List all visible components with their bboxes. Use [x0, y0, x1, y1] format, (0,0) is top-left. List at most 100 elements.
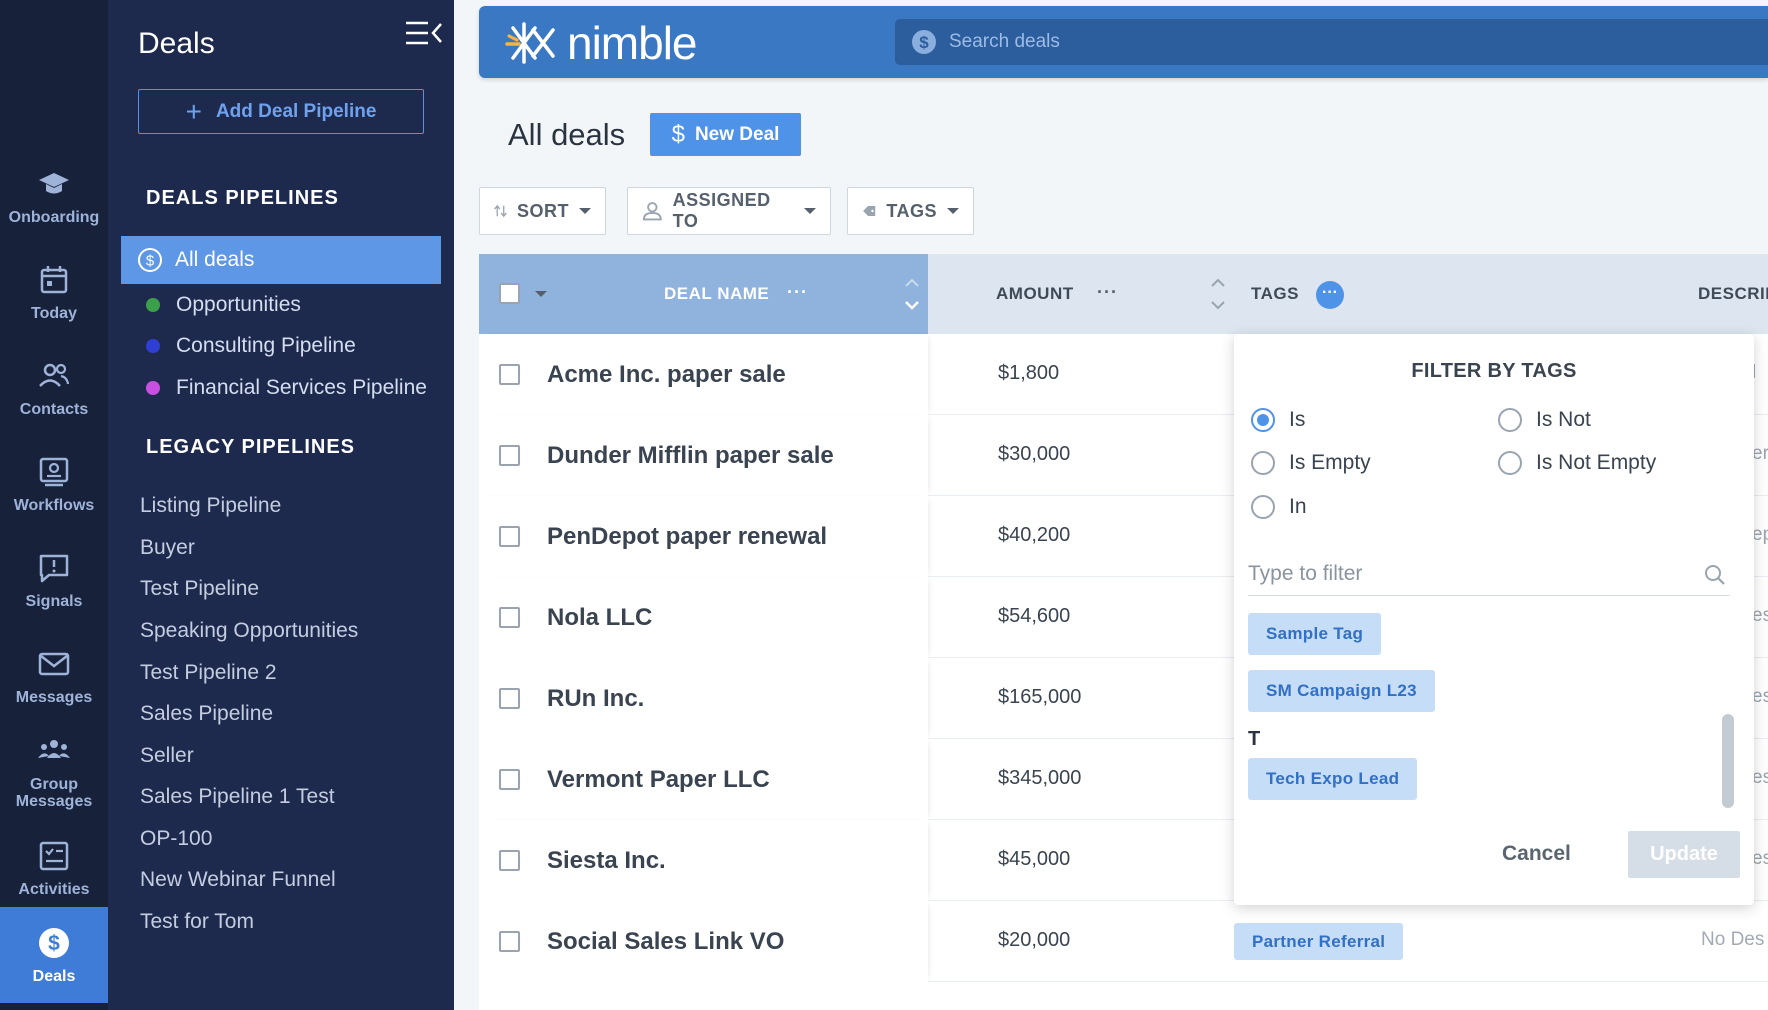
sort-toggle-icon[interactable]	[903, 276, 921, 312]
tag-filter-field[interactable]	[1248, 552, 1730, 596]
deal-name-link[interactable]: PenDepot paper renewal	[547, 523, 827, 551]
column-options-icon[interactable]: ···	[787, 282, 808, 303]
radio-control[interactable]	[1251, 495, 1275, 519]
select-all-checkbox[interactable]	[499, 283, 520, 304]
rail-item-signals[interactable]: Signals	[0, 532, 108, 628]
deal-name-link[interactable]: Vermont Paper LLC	[547, 766, 770, 794]
nimble-logo-icon	[505, 22, 555, 64]
rail-item-group-messages[interactable]: Group Messages	[0, 724, 108, 820]
deal-name-link[interactable]: Dunder Mifflin paper sale	[547, 442, 834, 470]
row-checkbox[interactable]	[499, 445, 520, 466]
deal-name-cell: RUn Inc.	[479, 658, 928, 739]
deal-name-link[interactable]: Acme Inc. paper sale	[547, 361, 786, 389]
deal-name-link[interactable]: Social Sales Link VO	[547, 928, 784, 956]
rail-item-messages[interactable]: Messages	[0, 628, 108, 724]
tags-header-label[interactable]: TAGS	[1251, 284, 1299, 304]
legacy-pipeline-item[interactable]: Sales Pipeline	[140, 702, 273, 726]
dollar-circle-icon: $	[39, 927, 69, 958]
row-checkbox[interactable]	[499, 607, 520, 628]
row-checkbox[interactable]	[499, 526, 520, 547]
search-input[interactable]	[949, 31, 1549, 53]
rail-item-today[interactable]: Today	[0, 244, 108, 340]
popover-title: FILTER BY TAGS	[1411, 360, 1577, 382]
pipeline-item-label: Consulting Pipeline	[176, 334, 356, 357]
legacy-pipeline-item[interactable]: Speaking Opportunities	[140, 619, 358, 643]
legacy-pipeline-item[interactable]: OP-100	[140, 827, 212, 851]
tag-option-tech-expo-lead[interactable]: Tech Expo Lead	[1248, 758, 1418, 800]
pipeline-item-financial-services[interactable]: Financial Services Pipeline	[146, 376, 427, 400]
row-checkbox[interactable]	[499, 688, 520, 709]
description-header-label[interactable]: DESCRIP	[1698, 284, 1768, 304]
add-deal-pipeline-button[interactable]: + Add Deal Pipeline	[138, 89, 424, 134]
amount-header-label[interactable]: AMOUNT	[996, 284, 1074, 304]
signal-message-icon	[39, 554, 69, 582]
row-checkbox[interactable]	[499, 769, 520, 790]
tag-option-sm-campaign[interactable]: SM Campaign L23	[1248, 670, 1435, 712]
deal-amount: $40,200	[998, 524, 1071, 546]
radio-control[interactable]	[1251, 408, 1275, 432]
cancel-button[interactable]: Cancel	[1502, 842, 1571, 866]
rail-item-contacts[interactable]: Contacts	[0, 340, 108, 436]
radio-in[interactable]: In	[1251, 495, 1307, 519]
deal-tag-chip[interactable]: Partner Referral	[1234, 923, 1404, 960]
pipeline-item-all-deals[interactable]: $ All deals	[121, 236, 441, 284]
search-bar[interactable]: $	[895, 19, 1768, 65]
new-deal-button[interactable]: $ New Deal	[650, 113, 801, 156]
nimble-logo[interactable]: nimble	[505, 16, 698, 70]
rail-item-label: Messages	[15, 688, 93, 706]
legacy-pipeline-item[interactable]: Seller	[140, 744, 194, 768]
chevron-down-icon	[947, 208, 959, 214]
deal-description: es	[1752, 767, 1768, 788]
legacy-pipeline-item[interactable]: Buyer	[140, 536, 195, 560]
deal-name-cell: Acme Inc. paper sale	[479, 334, 928, 415]
radio-is-not[interactable]: Is Not	[1498, 408, 1591, 432]
tag-filter-input[interactable]	[1248, 561, 1688, 586]
legacy-pipeline-item[interactable]: Listing Pipeline	[140, 494, 281, 518]
row-checkbox[interactable]	[499, 850, 520, 871]
legacy-pipeline-item[interactable]: Test for Tom	[140, 910, 254, 934]
radio-control[interactable]	[1498, 451, 1522, 475]
pipeline-item-label: Financial Services Pipeline	[176, 376, 427, 399]
rail-item-label: Workflows	[13, 496, 95, 514]
tags-column-options-button[interactable]: ···	[1316, 281, 1344, 309]
tags-filter-label: TAGS	[886, 200, 937, 221]
deal-description: er	[1752, 443, 1768, 464]
legacy-pipeline-item[interactable]: Test Pipeline 2	[140, 661, 277, 685]
sort-toggle-icon[interactable]	[1209, 276, 1227, 312]
legacy-pipeline-item[interactable]: Sales Pipeline 1 Test	[140, 785, 335, 809]
column-options-icon[interactable]: ···	[1097, 282, 1118, 303]
tags-filter-button[interactable]: TAGS	[847, 187, 974, 235]
deal-description: es	[1752, 686, 1768, 707]
pipeline-item-opportunities[interactable]: Opportunities	[146, 293, 301, 317]
row-checkbox[interactable]	[499, 931, 520, 952]
table-row[interactable]: Social Sales Link VO $20,000 Partner Ref…	[479, 901, 1768, 982]
radio-is-empty[interactable]: Is Empty	[1251, 451, 1371, 475]
tag-option-sample-tag[interactable]: Sample Tag	[1248, 613, 1382, 655]
radio-is[interactable]: Is	[1251, 408, 1305, 432]
rail-item-activities[interactable]: Activities	[0, 820, 108, 916]
rail-item-onboarding[interactable]: Onboarding	[0, 148, 108, 244]
sort-button[interactable]: SORT	[479, 187, 606, 235]
deals-pipelines-heading: DEALS PIPELINES	[146, 187, 339, 209]
assigned-to-label: ASSIGNED TO	[672, 190, 771, 231]
deal-name-column-header[interactable]: DEAL NAME ···	[479, 254, 928, 334]
tag-icon	[863, 206, 876, 216]
deal-name-link[interactable]: Siesta Inc.	[547, 847, 666, 875]
deal-name-link[interactable]: Nola LLC	[547, 604, 652, 632]
chevron-down-icon[interactable]	[535, 291, 547, 297]
row-checkbox[interactable]	[499, 364, 520, 385]
update-button[interactable]: Update	[1628, 831, 1740, 878]
rail-item-deals[interactable]: $ Deals	[0, 907, 108, 1003]
radio-label: Is Empty	[1289, 451, 1371, 474]
legacy-pipeline-item[interactable]: New Webinar Funnel	[140, 868, 336, 892]
radio-control[interactable]	[1251, 451, 1275, 475]
assigned-to-button[interactable]: ASSIGNED TO	[627, 187, 831, 235]
collapse-sidebar-icon[interactable]	[404, 20, 444, 46]
legacy-pipeline-item[interactable]: Test Pipeline	[140, 577, 259, 601]
deal-name-link[interactable]: RUn Inc.	[547, 685, 644, 713]
radio-is-not-empty[interactable]: Is Not Empty	[1498, 451, 1656, 475]
pipeline-item-consulting[interactable]: Consulting Pipeline	[146, 334, 356, 358]
radio-control[interactable]	[1498, 408, 1522, 432]
tag-list-scrollbar-thumb[interactable]	[1722, 714, 1734, 808]
rail-item-workflows[interactable]: Workflows	[0, 436, 108, 532]
